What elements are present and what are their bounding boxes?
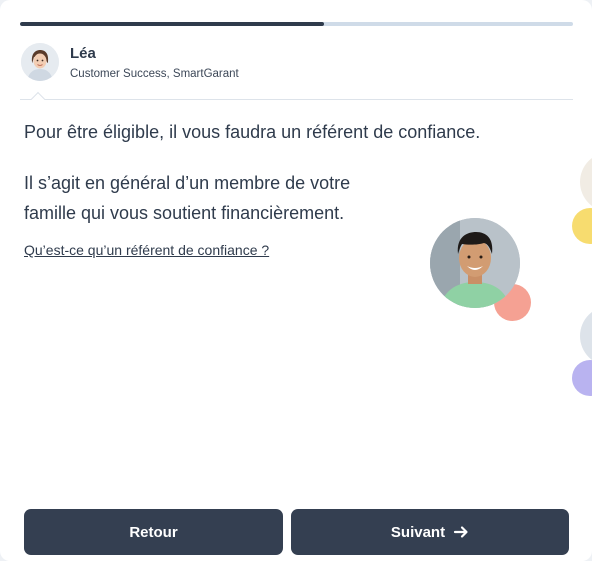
speech-notch	[30, 91, 46, 107]
progress-bar	[20, 22, 573, 26]
message-line-1: Pour être éligible, il vous faudra un ré…	[24, 122, 481, 142]
header-divider	[20, 99, 573, 100]
agent-name: Léa	[70, 45, 96, 62]
arrow-right-icon	[453, 524, 469, 540]
deco-circle-beige	[580, 152, 592, 212]
agent-avatar	[21, 43, 59, 81]
onboarding-card: Léa Customer Success, SmartGarant Pour ê…	[0, 0, 592, 561]
progress-bar-fill	[20, 22, 325, 26]
back-button-label: Retour	[129, 523, 178, 541]
next-button-label: Suivant	[390, 523, 446, 541]
referent-illustration	[430, 218, 532, 322]
referent-photo	[430, 218, 520, 308]
back-button[interactable]: Retour	[24, 509, 283, 555]
deco-circle-yellow	[572, 208, 592, 244]
deco-circle-lavender	[572, 360, 592, 396]
agent-role: Customer Success, SmartGarant	[70, 68, 239, 80]
deco-circle-grey	[580, 306, 592, 366]
next-button[interactable]: Suivant	[291, 509, 569, 555]
trusted-referent-help-link[interactable]: Qu’est-ce qu’un référent de confiance ?	[24, 242, 269, 258]
message-line-2: Il s’agit en général d’un membre de votr…	[24, 173, 351, 223]
